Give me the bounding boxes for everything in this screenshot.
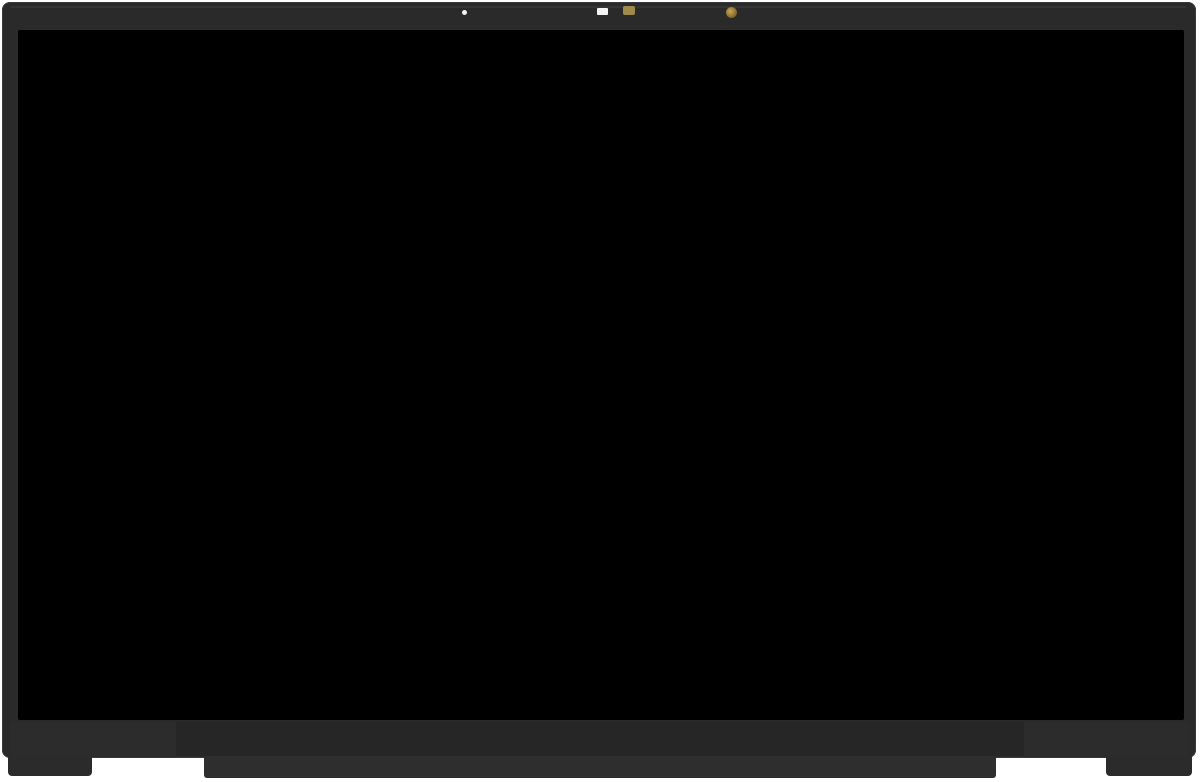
display-screen xyxy=(18,30,1184,720)
hinge-tab-left xyxy=(8,756,92,776)
bezel-chin-inner xyxy=(176,722,1024,756)
camera-led-icon xyxy=(597,8,608,15)
hinge-tab-right xyxy=(1106,756,1192,776)
camera-lens-icon xyxy=(726,7,737,18)
hinge-tab-center xyxy=(204,756,996,778)
ir-sensor-icon xyxy=(462,10,467,15)
camera-sensor-icon xyxy=(623,6,635,15)
product-photo xyxy=(0,0,1200,782)
